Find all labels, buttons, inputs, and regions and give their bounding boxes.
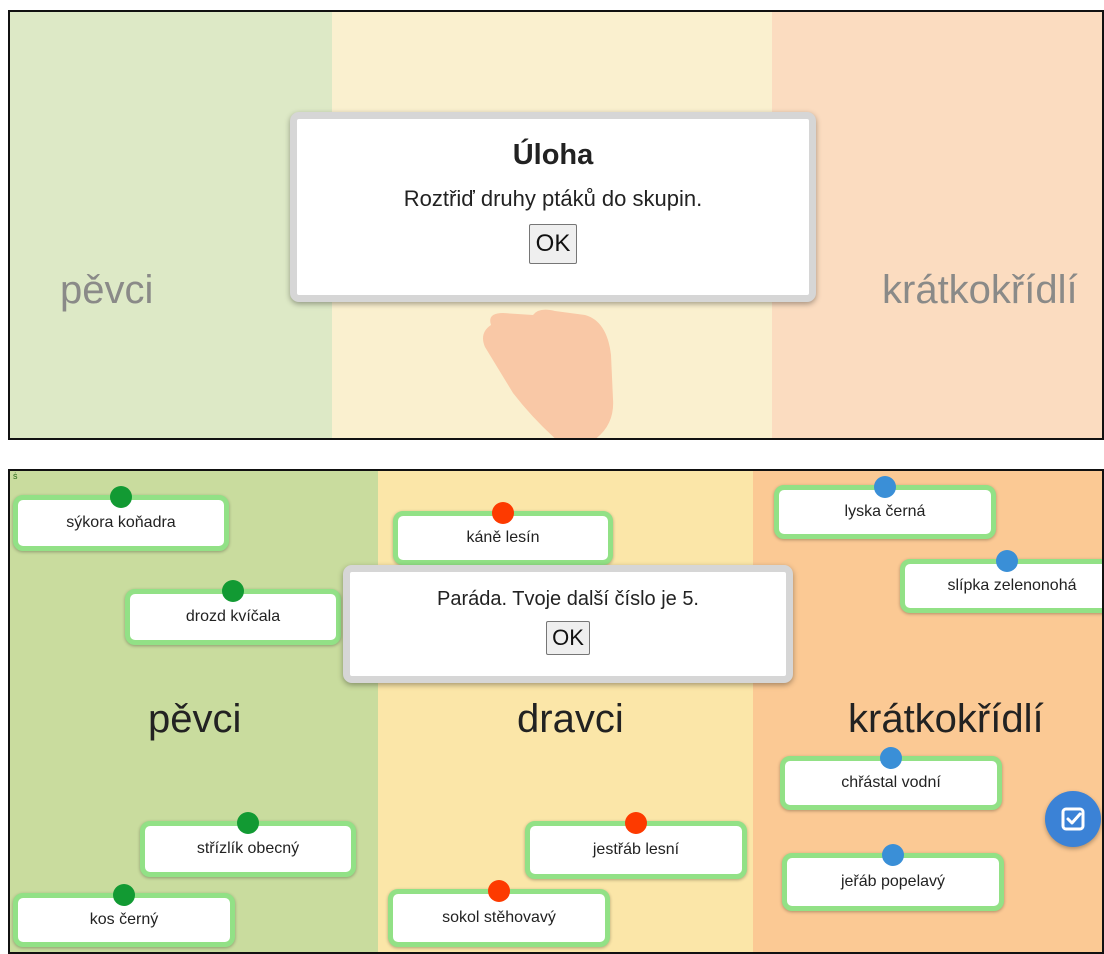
- pin-red: [488, 880, 510, 902]
- card-chrastal-vodni[interactable]: chřástal vodní: [780, 747, 1002, 810]
- card-label: sýkora koňadra: [66, 514, 176, 531]
- category-label-pevci: pěvci: [60, 268, 154, 312]
- card-label: slípka zelenonohá: [947, 577, 1077, 594]
- dialog-message: Roztřiď druhy ptáků do skupin.: [403, 186, 703, 211]
- check-answers-button[interactable]: [1045, 791, 1101, 847]
- card-label: lyska černá: [844, 503, 926, 520]
- ok-button[interactable]: OK: [528, 224, 578, 264]
- card-kane-lesin[interactable]: káně lesín: [393, 502, 613, 565]
- ok-button[interactable]: OK: [546, 621, 590, 655]
- dialog-title: Úloha: [512, 139, 594, 171]
- card-jerab-popelavy[interactable]: jeřáb popelavý: [782, 844, 1004, 911]
- pin-blue: [880, 747, 902, 769]
- card-label: střízlík obecný: [196, 840, 300, 857]
- pin-green: [113, 884, 135, 906]
- card-label: kos černý: [89, 911, 159, 928]
- column-pevci: [10, 12, 332, 438]
- card-drozd-kvicala[interactable]: drozd kvíčala: [125, 580, 341, 645]
- dialog-message: Paráda. Tvoje další číslo je 5.: [437, 588, 699, 610]
- intro-panel: pěvci krátkokřídlí Úloha Roztřiď druhy p…: [8, 10, 1104, 440]
- card-label: káně lesín: [466, 529, 540, 546]
- card-label: chřástal vodní: [841, 774, 941, 791]
- pin-red: [492, 502, 514, 524]
- card-strizlik-obecny[interactable]: střízlík obecný: [140, 812, 356, 877]
- category-label-pevci: pěvci: [148, 697, 242, 741]
- card-sykora-konadra[interactable]: sýkora koňadra: [13, 486, 229, 551]
- column-kratkokridli: [772, 12, 1102, 438]
- task-dialog: Úloha Roztřiď druhy ptáků do skupin. OK: [290, 112, 816, 302]
- pin-blue: [874, 476, 896, 498]
- result-dialog: Paráda. Tvoje další číslo je 5. OK: [343, 565, 793, 683]
- category-label-kratkokridli: krátkokřídlí: [848, 697, 1044, 741]
- pointing-hand-icon: [483, 309, 614, 438]
- card-label: sokol stěhovavý: [442, 909, 556, 926]
- check-square-icon: [1061, 807, 1085, 831]
- pin-blue: [882, 844, 904, 866]
- card-label: jeřáb popelavý: [840, 873, 946, 890]
- pin-blue: [996, 550, 1018, 572]
- pin-green: [110, 486, 132, 508]
- card-lyska-cerna[interactable]: lyska černá: [774, 476, 996, 539]
- card-label: drozd kvíčala: [185, 608, 281, 625]
- card-label: jestřáb lesní: [592, 841, 680, 858]
- card-slipka-zelenonoha[interactable]: slípka zelenonohá: [900, 550, 1102, 613]
- card-kos-cerny[interactable]: kos černý: [13, 884, 235, 947]
- category-label-kratkokridli: krátkokřídlí: [882, 268, 1078, 312]
- corner-mark: ṡ: [13, 471, 18, 481]
- card-jestrab-lesni[interactable]: jestřáb lesní: [525, 812, 747, 879]
- category-label-dravci: dravci: [517, 697, 624, 741]
- result-panel: ṡ pěvci dravci krátkokřídlí sýkora koňad…: [8, 469, 1104, 954]
- pin-green: [237, 812, 259, 834]
- pin-green: [222, 580, 244, 602]
- card-sokol-stehovavy[interactable]: sokol stěhovavý: [388, 880, 610, 947]
- pin-red: [625, 812, 647, 834]
